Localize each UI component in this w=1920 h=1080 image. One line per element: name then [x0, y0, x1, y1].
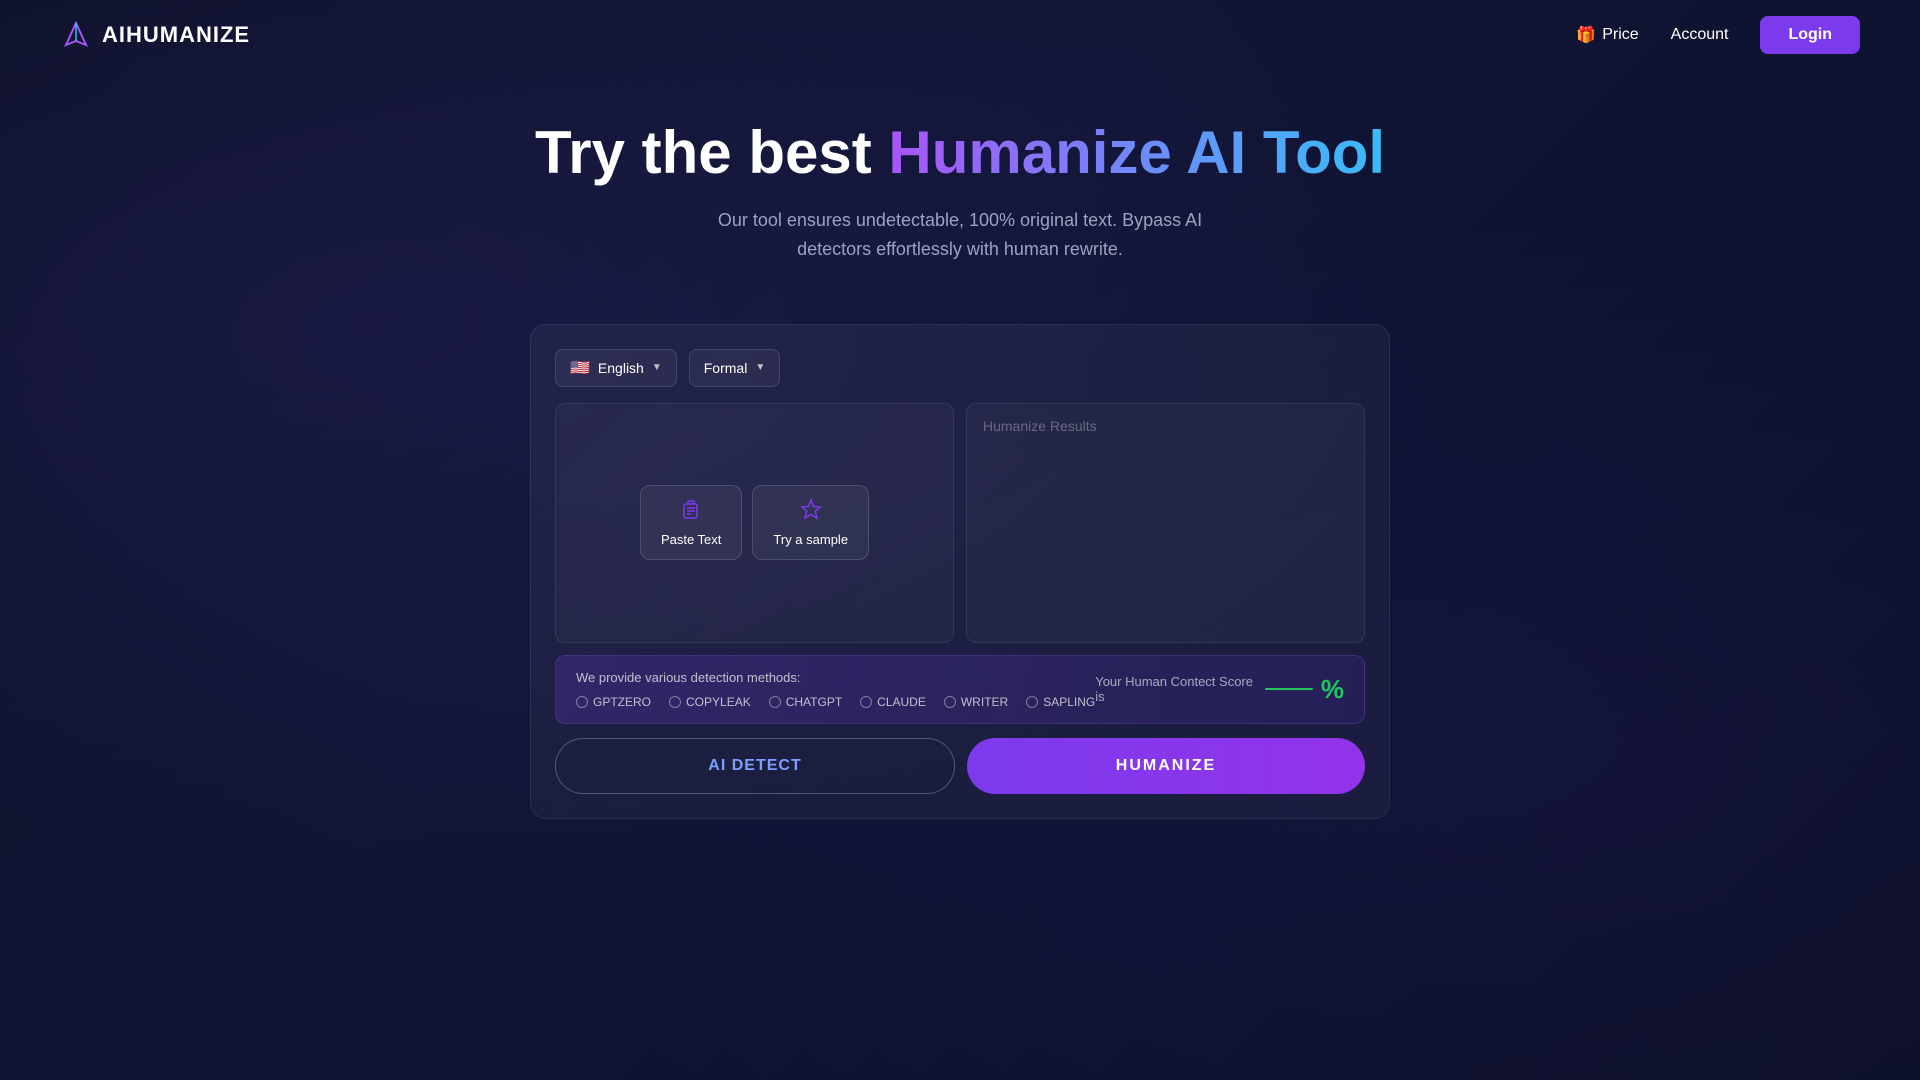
detection-method-gptzero[interactable]: GPTZERO — [576, 695, 651, 709]
detection-method-chatgpt[interactable]: CHATGPT — [769, 695, 842, 709]
tool-card: 🇺🇸 English ▼ Formal ▼ — [530, 324, 1390, 819]
action-buttons-row: AI DETECT HUMANIZE — [555, 738, 1365, 794]
language-label: English — [598, 360, 644, 376]
chatgpt-label: CHATGPT — [786, 695, 842, 709]
score-label: Your Human Contect Score is — [1095, 674, 1257, 704]
input-area: Paste Text Try a sample — [555, 403, 954, 643]
claude-radio[interactable] — [860, 696, 872, 708]
detection-left: We provide various detection methods: GP… — [576, 670, 1095, 709]
header: AIHUMANIZE 🎁 Price Account Login — [0, 0, 1920, 70]
try-sample-label: Try a sample — [773, 532, 848, 547]
score-line — [1265, 688, 1312, 690]
detection-score: Your Human Contect Score is % — [1095, 674, 1344, 705]
try-sample-button[interactable]: Try a sample — [752, 485, 869, 560]
paste-icon — [680, 498, 702, 526]
detection-bar: We provide various detection methods: GP… — [555, 655, 1365, 724]
sapling-label: SAPLING — [1043, 695, 1095, 709]
copyleak-label: COPYLEAK — [686, 695, 751, 709]
star-icon — [800, 498, 822, 526]
price-label: Price — [1602, 26, 1638, 44]
hero-title-white: Try the best — [535, 119, 888, 186]
paste-text-button[interactable]: Paste Text — [640, 485, 742, 560]
humanize-button[interactable]: HUMANIZE — [967, 738, 1365, 794]
paste-text-label: Paste Text — [661, 532, 721, 547]
header-nav: 🎁 Price Account Login — [1576, 16, 1860, 54]
gptzero-label: GPTZERO — [593, 695, 651, 709]
price-nav-item[interactable]: 🎁 Price — [1576, 25, 1638, 45]
detection-methods: GPTZERO COPYLEAK CHATGPT CLAUDE WRITER — [576, 695, 1095, 709]
style-chevron-icon: ▼ — [755, 362, 765, 373]
language-chevron-icon: ▼ — [652, 362, 662, 373]
writer-radio[interactable] — [944, 696, 956, 708]
gptzero-radio[interactable] — [576, 696, 588, 708]
login-button[interactable]: Login — [1760, 16, 1860, 54]
flag-icon: 🇺🇸 — [570, 358, 590, 378]
writer-label: WRITER — [961, 695, 1008, 709]
hero-subtitle: Our tool ensures undetectable, 100% orig… — [710, 206, 1210, 264]
hero-title: Try the best Humanize AI Tool — [0, 120, 1920, 186]
copyleak-radio[interactable] — [669, 696, 681, 708]
claude-label: CLAUDE — [877, 695, 926, 709]
output-area: Humanize Results — [966, 403, 1365, 643]
hero-section: Try the best Humanize AI Tool Our tool e… — [0, 70, 1920, 294]
dropdowns-row: 🇺🇸 English ▼ Formal ▼ — [555, 349, 1365, 387]
score-percent: % — [1321, 674, 1344, 705]
detection-method-claude[interactable]: CLAUDE — [860, 695, 926, 709]
style-label: Formal — [704, 360, 748, 376]
hero-title-gradient: Humanize AI Tool — [888, 119, 1385, 186]
detection-info-label: We provide various detection methods: — [576, 670, 1095, 685]
price-icon: 🎁 — [1576, 25, 1596, 45]
detection-method-sapling[interactable]: SAPLING — [1026, 695, 1095, 709]
text-areas-row: Paste Text Try a sample Humanize Results — [555, 403, 1365, 643]
account-nav-item[interactable]: Account — [1671, 26, 1729, 44]
detection-method-writer[interactable]: WRITER — [944, 695, 1008, 709]
ai-detect-button[interactable]: AI DETECT — [555, 738, 955, 794]
language-dropdown[interactable]: 🇺🇸 English ▼ — [555, 349, 677, 387]
chatgpt-radio[interactable] — [769, 696, 781, 708]
sapling-radio[interactable] — [1026, 696, 1038, 708]
style-dropdown[interactable]: Formal ▼ — [689, 349, 780, 387]
input-actions: Paste Text Try a sample — [640, 485, 869, 560]
logo-text: AIHUMANIZE — [102, 22, 250, 48]
logo-icon — [60, 19, 92, 51]
detection-method-copyleak[interactable]: COPYLEAK — [669, 695, 751, 709]
output-placeholder: Humanize Results — [983, 418, 1097, 434]
logo: AIHUMANIZE — [60, 19, 250, 51]
